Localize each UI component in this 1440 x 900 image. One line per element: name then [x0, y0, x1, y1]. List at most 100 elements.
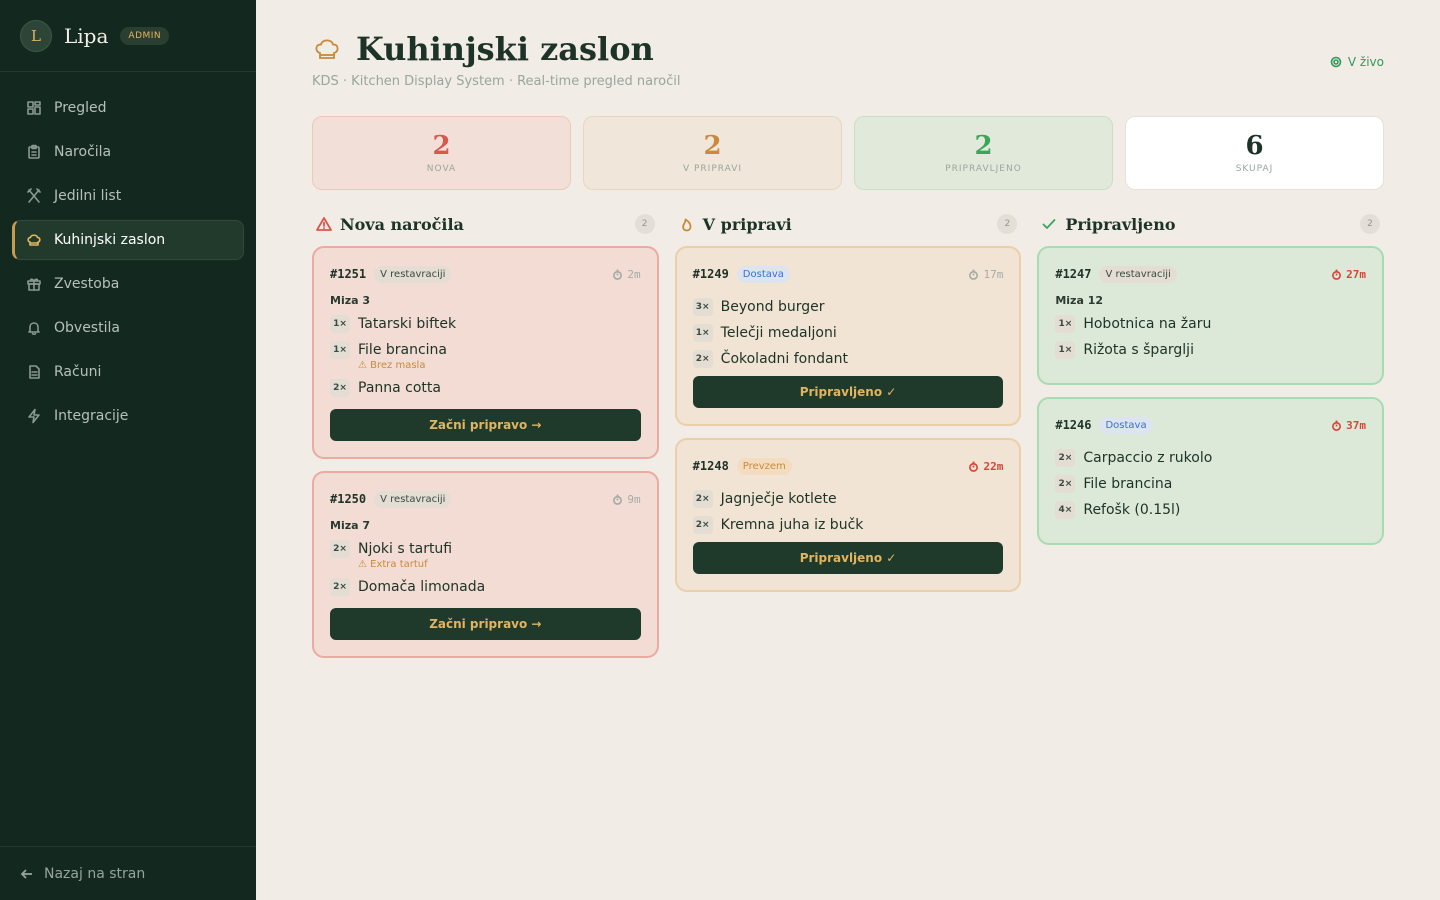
order-item: 1× Rižota s šparglji [1055, 341, 1366, 359]
sidebar: L Lipa ADMIN Pregled Naročila Jedilni li… [0, 0, 256, 900]
order-time: 22m [983, 459, 1004, 473]
order-item: 1× Hobotnica na žaru [1055, 315, 1366, 333]
mark-ready-button[interactable]: Pripravljeno ✓ [692, 542, 1004, 574]
timer-icon [613, 494, 623, 505]
brand[interactable]: L Lipa ADMIN [0, 0, 256, 72]
sidebar-item-label: Kuhinjski zaslon [54, 232, 166, 248]
clipboard-icon [26, 144, 42, 160]
timer-icon [1332, 269, 1342, 280]
item-name: Tatarski biftek [358, 316, 457, 332]
start-prep-button[interactable]: Začni pripravo → [330, 608, 641, 640]
item-qty: 2× [1055, 449, 1076, 467]
order-card[interactable]: #1250 V restavraciji 9m Miza 7 2× Njoki … [312, 471, 659, 658]
sidebar-item-zvestoba[interactable]: Zvestoba [12, 264, 244, 304]
order-item: 2× Panna cotta [330, 379, 641, 397]
item-qty: 2× [1055, 475, 1076, 493]
order-item: 1× Tatarski biftek [330, 315, 641, 333]
column-count: 2 [1360, 214, 1381, 234]
timer-icon [969, 269, 979, 280]
stats-row: 2 NOVA 2 V PRIPRAVI 2 PRIPRAVLJENO 6 SKU… [312, 116, 1384, 190]
stat-value: 6 [1245, 131, 1264, 161]
item-note: ⚠ Brez masla [358, 360, 426, 371]
order-id: #1251 [330, 267, 367, 281]
order-item: 2× Kremna juha iz bučk [692, 516, 1004, 534]
order-item: 1× Telečji medaljoni [692, 324, 1004, 342]
order-card-header: #1250 V restavraciji 9m [330, 489, 641, 509]
page-subtitle: KDS · Kitchen Display System · Real-time… [312, 74, 681, 89]
column-title: Pripravljeno [1065, 214, 1176, 234]
sidebar-item-jedilni-list[interactable]: Jedilni list [12, 176, 244, 216]
order-time: 9m [627, 492, 641, 506]
main-content: Kuhinjski zaslon KDS · Kitchen Display S… [256, 0, 1440, 900]
sidebar-item-label: Jedilni list [54, 188, 122, 204]
item-name: Domača limonada [358, 579, 486, 595]
item-note: ⚠ Extra tartuf [358, 559, 428, 570]
order-table: Miza 7 [330, 519, 371, 532]
order-items: 1× Hobotnica na žaru 1× Rižota s šparglj… [1055, 315, 1366, 359]
stat-label: NOVA [426, 164, 457, 174]
order-type-badge: V restavraciji [374, 490, 452, 508]
stat-label: SKUPAJ [1235, 164, 1274, 174]
order-type-badge: Dostava [1099, 416, 1153, 434]
item-qty: 1× [330, 315, 350, 333]
item-qty: 2× [692, 350, 713, 368]
back-link[interactable]: Nazaj na stran [0, 846, 256, 900]
order-card-header: #1251 V restavraciji 2m [330, 264, 641, 284]
order-type-badge: V restavraciji [1099, 265, 1177, 283]
stat-value: 2 [432, 131, 451, 161]
chef-hat-icon [315, 39, 339, 59]
order-items: 1× Tatarski biftek 1× File brancina ⚠ Br… [330, 315, 641, 397]
sidebar-item-label: Integracije [54, 408, 129, 424]
sidebar-item-racuni[interactable]: Računi [12, 352, 244, 392]
column-pripravljeno: Pripravljeno 2 #1247 V restavraciji 27m … [1037, 210, 1385, 670]
sidebar-item-pregled[interactable]: Pregled [12, 88, 244, 128]
item-qty: 1× [1055, 341, 1076, 359]
flame-icon [681, 218, 692, 232]
brand-name: Lipa [64, 23, 109, 48]
start-prep-button[interactable]: Začni pripravo → [330, 409, 641, 441]
order-card[interactable]: #1246 Dostava 37m 2× Carpaccio z rukolo … [1037, 397, 1385, 545]
order-timer: 22m [968, 460, 1003, 473]
mark-ready-button[interactable]: Pripravljeno ✓ [692, 376, 1004, 408]
order-items: 3× Beyond burger 1× Telečji medaljoni 2×… [692, 298, 1004, 368]
brand-avatar: L [20, 19, 52, 52]
item-name: Carpaccio z rukolo [1083, 450, 1213, 466]
column-v-pripravi: V pripravi 2 #1249 Dostava 17m 3× Beyond… [674, 210, 1022, 670]
order-card[interactable]: #1247 V restavraciji 27m Miza 12 1× Hobo… [1037, 246, 1385, 385]
item-name: File brancina [1083, 476, 1173, 492]
item-qty: 4× [1055, 501, 1076, 519]
sidebar-item-label: Računi [54, 364, 102, 380]
arrow-left-icon [20, 868, 32, 879]
order-table: Miza 3 [330, 294, 371, 307]
sidebar-item-obvestila[interactable]: Obvestila [12, 308, 244, 348]
sidebar-item-kuhinjski-zaslon[interactable]: Kuhinjski zaslon [12, 220, 244, 260]
live-label: V živo [1347, 55, 1384, 69]
item-qty: 3× [692, 298, 713, 316]
order-time: 17m [983, 267, 1004, 281]
kds-columns: Nova naročila 2 #1251 V restavraciji 2m … [312, 210, 1385, 670]
column-count: 2 [997, 214, 1018, 234]
item-qty: 2× [330, 540, 350, 558]
stat-v-pripravi: 2 V PRIPRAVI [583, 116, 842, 190]
column-header: V pripravi 2 [675, 210, 1022, 238]
order-card[interactable]: #1248 Prevzem 22m 2× Jagnječje kotlete 2… [674, 438, 1022, 592]
item-qty: 1× [1055, 315, 1076, 333]
order-card[interactable]: #1249 Dostava 17m 3× Beyond burger 1× Te… [674, 246, 1022, 426]
item-qty: 1× [692, 324, 713, 342]
order-card[interactable]: #1251 V restavraciji 2m Miza 3 1× Tatars… [312, 246, 659, 459]
alert-triangle-icon [316, 217, 332, 231]
item-name: File brancina [358, 342, 448, 358]
item-qty: 2× [330, 379, 350, 397]
sidebar-item-narocila[interactable]: Naročila [12, 132, 244, 172]
order-timer: 9m [612, 492, 641, 506]
stat-label: PRIPRAVLJENO [945, 164, 1022, 174]
stat-value: 2 [974, 131, 993, 161]
order-card-header: #1246 Dostava 37m [1055, 415, 1366, 435]
item-name: Panna cotta [358, 380, 441, 396]
item-name: Kremna juha iz bučk [720, 517, 864, 533]
order-item: 1× File brancina ⚠ Brez masla [330, 341, 641, 371]
order-items: 2× Njoki s tartufi ⚠ Extra tartuf 2× Dom… [330, 540, 641, 596]
sidebar-item-integracije[interactable]: Integracije [12, 396, 244, 436]
column-count: 2 [634, 214, 655, 234]
grid-icon [26, 100, 42, 116]
